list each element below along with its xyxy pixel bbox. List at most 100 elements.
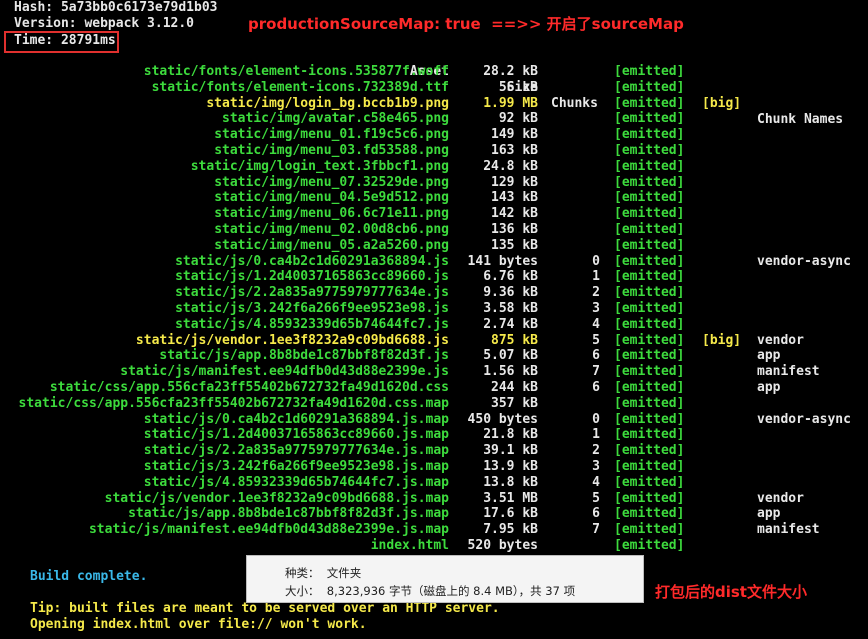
table-row: static/img/menu_04.5e9d512.png 143 kB [emi… bbox=[0, 190, 868, 206]
asset-name: static/js/1.2d40037165863cc89660.js.map bbox=[143, 427, 449, 443]
asset-name: static/fonts/element-icons.732389d.ttf bbox=[151, 79, 449, 95]
asset-size: 136 kB bbox=[491, 222, 538, 237]
table-row: static/js/0.ca4b2c1d60291a368894.js 141 b… bbox=[0, 254, 868, 270]
asset-size: 149 kB bbox=[491, 127, 538, 143]
chunk-id: 4 bbox=[592, 474, 600, 490]
chunk-id: 2 bbox=[592, 285, 600, 301]
asset-size: 39.1 kB bbox=[483, 443, 538, 459]
emitted-flag: [emitted] bbox=[614, 364, 685, 380]
emitted-flag: [emitted] bbox=[614, 269, 685, 285]
asset-name: static/img/menu_01.f19c5c6.png bbox=[214, 127, 449, 143]
table-row: static/img/menu_07.32529de.png 129 kB [emi… bbox=[0, 175, 868, 191]
asset-name: static/img/menu_03.fd53588.png bbox=[214, 143, 449, 158]
chunk-name: manifest bbox=[757, 364, 820, 380]
table-row: static/css/app.556cfa23ff55402b672732fa4… bbox=[0, 396, 868, 412]
emitted-flag: [emitted] bbox=[614, 459, 685, 474]
asset-name: static/js/2.2a835a9775979777634e.js.map bbox=[143, 443, 449, 459]
tip-line-1: Tip: built files are meant to be served … bbox=[30, 601, 500, 616]
asset-name: static/css/app.556cfa23ff55402b672732fa4… bbox=[18, 395, 449, 411]
emitted-flag: [emitted] bbox=[614, 316, 685, 332]
table-row: static/img/menu_02.00d8cb6.png 136 kB [emi… bbox=[0, 222, 868, 238]
source-map-annotation: productionSourceMap: true ==>> 开启了source… bbox=[248, 15, 684, 33]
table-row: static/js/4.85932339d65b74644fc7.js 2.74 … bbox=[0, 317, 868, 333]
emitted-flag: [emitted] bbox=[614, 301, 685, 316]
emitted-flag: [emitted] bbox=[614, 190, 685, 206]
table-row: static/img/menu_05.a2a5260.png 135 kB [emi… bbox=[0, 238, 868, 254]
chunk-id: 1 bbox=[592, 427, 600, 443]
table-row: static/js/vendor.1ee3f8232a9c09bd6688.js… bbox=[0, 333, 868, 349]
emitted-flag: [emitted] bbox=[614, 158, 685, 174]
asset-size: 3.51 MB bbox=[483, 490, 538, 506]
emitted-flag: [emitted] bbox=[614, 395, 685, 411]
asset-size: 5.07 kB bbox=[483, 348, 538, 364]
asset-name: static/js/4.85932339d65b74644fc7.js bbox=[175, 316, 449, 332]
table-row: static/img/menu_03.fd53588.png 163 kB [emi… bbox=[0, 143, 868, 159]
asset-size: 135 kB bbox=[491, 237, 538, 253]
table-row: static/fonts/element-icons.535877f.woff 2… bbox=[0, 64, 868, 80]
big-flag: [big] bbox=[702, 95, 742, 111]
table-row: static/img/avatar.c58e465.png 92 kB [emitt… bbox=[0, 111, 868, 127]
asset-name: static/css/app.556cfa23ff55402b672732fa4… bbox=[49, 380, 449, 395]
chunk-name: vendor bbox=[757, 332, 804, 348]
asset-name: static/img/menu_07.32529de.png bbox=[214, 174, 449, 190]
emitted-flag: [emitted] bbox=[614, 174, 685, 190]
chunk-id: 5 bbox=[592, 490, 600, 506]
emitted-flag: [emitted] bbox=[614, 64, 685, 79]
asset-size: 92 kB bbox=[498, 111, 538, 127]
chunk-id: 7 bbox=[592, 522, 600, 538]
asset-size: 875 kB bbox=[491, 332, 538, 348]
table-row: index.html 520 bytes [emitted] bbox=[0, 538, 868, 554]
asset-size: 520 bytes bbox=[467, 538, 538, 553]
asset-name: static/js/vendor.1ee3f8232a9c09bd6688.js bbox=[135, 332, 449, 348]
chunk-id: 2 bbox=[592, 443, 600, 459]
table-row: static/img/login_text.3fbbcf1.png 24.8 kB… bbox=[0, 159, 868, 175]
table-row: static/js/2.2a835a9775979777634e.js 9.36 … bbox=[0, 285, 868, 301]
asset-name: static/img/menu_04.5e9d512.png bbox=[214, 190, 449, 206]
emitted-flag: [emitted] bbox=[614, 222, 685, 237]
asset-size: 6.76 kB bbox=[483, 269, 538, 285]
asset-name: static/js/0.ca4b2c1d60291a368894.js.map bbox=[143, 411, 449, 427]
build-complete-message: Build complete. bbox=[30, 569, 148, 584]
emitted-flag: [emitted] bbox=[614, 443, 685, 459]
table-row: static/img/login_bg.bccb1b9.png 1.99 MB [e… bbox=[0, 96, 868, 112]
chunk-id: 0 bbox=[592, 411, 600, 427]
emitted-flag: [emitted] bbox=[614, 490, 685, 506]
emitted-flag: [emitted] bbox=[614, 522, 685, 538]
version-line: Version: webpack 3.12.0 bbox=[14, 16, 195, 31]
emitted-flag: [emitted] bbox=[614, 332, 685, 348]
asset-size: 1.99 MB bbox=[483, 95, 538, 111]
chunk-id: 1 bbox=[592, 269, 600, 285]
asset-size: 7.95 kB bbox=[483, 522, 538, 538]
emitted-flag: [emitted] bbox=[614, 348, 685, 364]
asset-name: static/img/login_text.3fbbcf1.png bbox=[190, 158, 449, 174]
table-row: static/js/3.242f6a266f9ee9523e98.js 3.58 … bbox=[0, 301, 868, 317]
table-row: static/js/2.2a835a9775979777634e.js.map 3… bbox=[0, 443, 868, 459]
emitted-flag: [emitted] bbox=[614, 506, 685, 522]
table-row: static/js/0.ca4b2c1d60291a368894.js.map 4… bbox=[0, 412, 868, 428]
emitted-flag: [emitted] bbox=[614, 111, 685, 127]
emitted-flag: [emitted] bbox=[614, 380, 685, 395]
table-row: static/js/app.8b8bde1c87bbf8f82d3f.js.ma… bbox=[0, 506, 868, 522]
emitted-flag: [emitted] bbox=[614, 538, 685, 553]
table-row: static/img/menu_06.6c71e11.png 142 kB [emi… bbox=[0, 206, 868, 222]
emitted-flag: [emitted] bbox=[614, 237, 685, 253]
asset-name: static/js/0.ca4b2c1d60291a368894.js bbox=[175, 253, 449, 269]
chunk-name: app bbox=[757, 380, 781, 395]
emitted-flag: [emitted] bbox=[614, 253, 685, 269]
asset-name: static/img/menu_05.a2a5260.png bbox=[214, 237, 449, 253]
chunk-id: 3 bbox=[592, 301, 600, 316]
emitted-flag: [emitted] bbox=[614, 143, 685, 158]
table-row: static/js/3.242f6a266f9ee9523e98.js.map 1… bbox=[0, 459, 868, 475]
chunk-id: 5 bbox=[592, 332, 600, 348]
asset-size: 17.6 kB bbox=[483, 506, 538, 522]
chunk-id: 3 bbox=[592, 459, 600, 474]
asset-size: 357 kB bbox=[491, 395, 538, 411]
asset-size: 163 kB bbox=[491, 143, 538, 158]
chunk-id: 7 bbox=[592, 364, 600, 380]
table-row: static/js/manifest.ee94dfb0d43d88e2399e.… bbox=[0, 522, 868, 538]
asset-size: 56 kB bbox=[498, 79, 538, 95]
chunk-name: vendor bbox=[757, 490, 804, 506]
folder-kind: 种类： 文件夹 bbox=[285, 566, 362, 580]
asset-size: 3.58 kB bbox=[483, 301, 538, 316]
table-row: static/css/app.556cfa23ff55402b672732fa4… bbox=[0, 380, 868, 396]
